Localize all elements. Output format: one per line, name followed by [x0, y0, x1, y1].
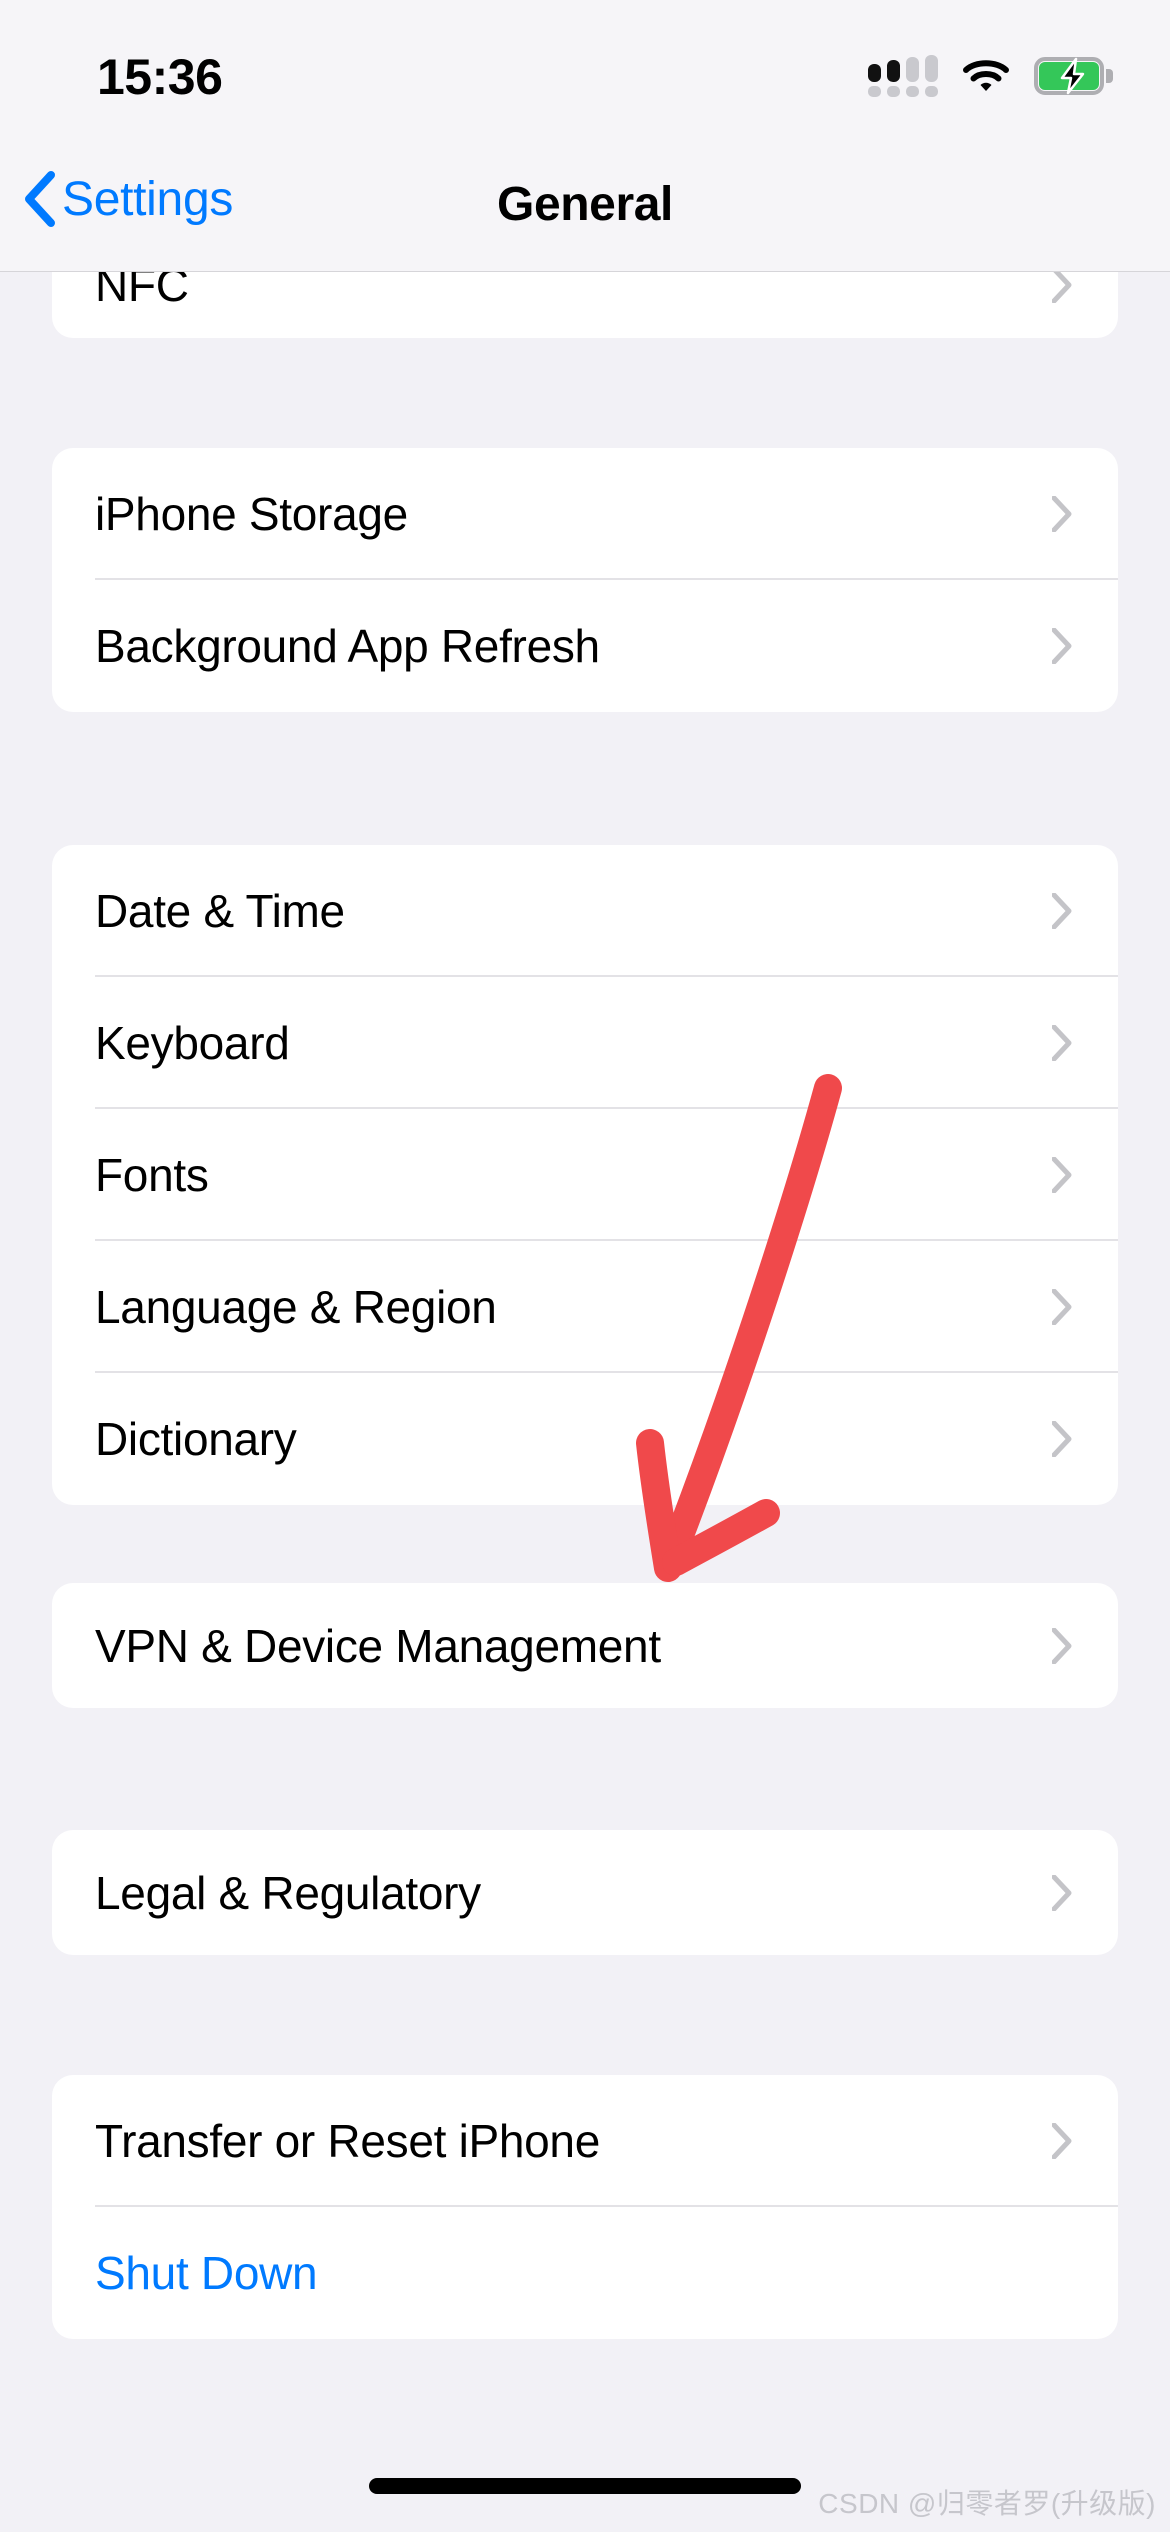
row-label-transfer-or-reset-iphone: Transfer or Reset iPhone [95, 2115, 600, 2167]
group-localization: Date & Time Keyboard Fonts Language & Re… [52, 845, 1118, 1505]
row-label-date-and-time: Date & Time [95, 885, 345, 937]
row-label-dictionary: Dictionary [95, 1413, 297, 1465]
group-storage: iPhone Storage Background App Refresh [52, 448, 1118, 712]
row-vpn-device-management[interactable]: VPN & Device Management [52, 1583, 1118, 1708]
group-vpn: VPN & Device Management [52, 1583, 1118, 1708]
battery-cap [1106, 69, 1113, 83]
cellular-signal-icon [868, 55, 938, 97]
row-label-language-and-region: Language & Region [95, 1281, 497, 1333]
row-label-iphone-storage: iPhone Storage [95, 488, 408, 540]
battery-charging-icon [1034, 57, 1113, 95]
chevron-right-icon [1052, 2123, 1072, 2159]
row-label-background-app-refresh: Background App Refresh [95, 620, 600, 672]
row-dictionary[interactable]: Dictionary [52, 1373, 1118, 1505]
chevron-right-icon [1052, 1289, 1072, 1325]
row-transfer-or-reset-iphone[interactable]: Transfer or Reset iPhone [52, 2075, 1118, 2207]
group-legal: Legal & Regulatory [52, 1830, 1118, 1955]
chevron-right-icon [1052, 1874, 1072, 1911]
settings-list: NFC iPhone Storage Background App Refres… [0, 0, 1170, 2532]
row-label-shut-down: Shut Down [95, 2247, 318, 2299]
row-iphone-storage[interactable]: iPhone Storage [52, 448, 1118, 580]
status-bar: 15:36 [0, 0, 1170, 155]
row-shut-down[interactable]: Shut Down [52, 2207, 1118, 2339]
row-label-legal-and-regulatory: Legal & Regulatory [95, 1866, 481, 1919]
chevron-right-icon [1052, 496, 1072, 532]
group-reset: Transfer or Reset iPhone Shut Down [52, 2075, 1118, 2339]
chevron-right-icon [1052, 1421, 1072, 1457]
chevron-right-icon [1052, 1025, 1072, 1061]
chevron-right-icon [1052, 1627, 1072, 1664]
page-title: General [497, 178, 673, 231]
row-language-and-region[interactable]: Language & Region [52, 1241, 1118, 1373]
chevron-right-icon [1052, 1157, 1072, 1193]
row-legal-and-regulatory[interactable]: Legal & Regulatory [52, 1830, 1118, 1955]
status-bar-clock: 15:36 [97, 49, 223, 105]
row-fonts[interactable]: Fonts [52, 1109, 1118, 1241]
row-label-keyboard: Keyboard [95, 1017, 290, 1069]
status-bar-indicators [868, 55, 1113, 97]
row-date-and-time[interactable]: Date & Time [52, 845, 1118, 977]
signal-bar-3 [906, 55, 919, 97]
wifi-icon [963, 60, 1009, 91]
row-background-app-refresh[interactable]: Background App Refresh [52, 580, 1118, 712]
iphone-settings-general-screen: NFC iPhone Storage Background App Refres… [0, 0, 1170, 2532]
navigation-bar: Settings General [0, 155, 1170, 272]
chevron-right-icon [1052, 893, 1072, 929]
row-label-fonts: Fonts [95, 1149, 209, 1201]
watermark: CSDN @归零者罗(升级版) [818, 2488, 1156, 2519]
charging-bolt-icon [1060, 57, 1085, 95]
signal-bar-4 [925, 55, 938, 97]
signal-bar-1 [868, 55, 881, 97]
row-keyboard[interactable]: Keyboard [52, 977, 1118, 1109]
chevron-right-icon [1052, 628, 1072, 664]
row-label-vpn-device-management: VPN & Device Management [95, 1619, 661, 1672]
signal-bar-2 [887, 55, 900, 97]
home-indicator[interactable] [369, 2478, 801, 2494]
chevron-right-icon [1052, 267, 1072, 303]
